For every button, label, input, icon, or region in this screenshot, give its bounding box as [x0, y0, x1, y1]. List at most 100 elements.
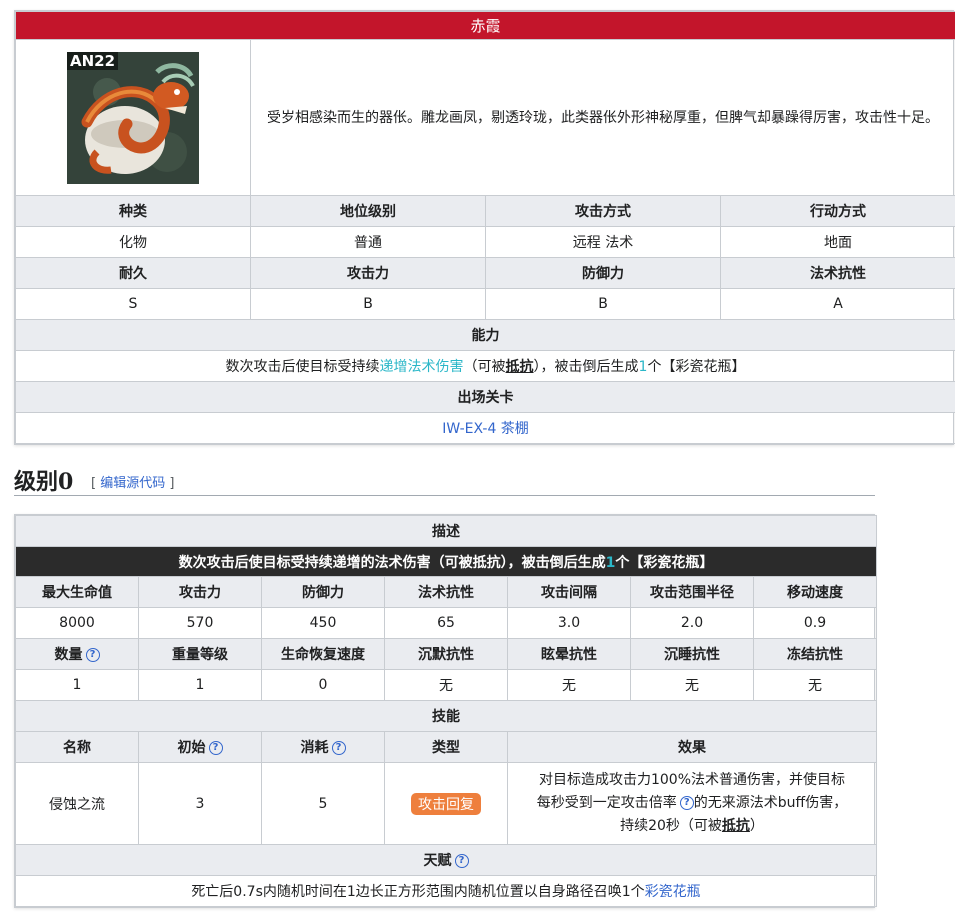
level-desc-tail: 个【彩瓷花瓶】: [615, 554, 714, 571]
stat-header-weight: 重量等级: [138, 638, 262, 670]
talent-link[interactable]: 彩瓷花瓶: [645, 884, 701, 900]
stat-value-freeze: 无: [752, 669, 878, 701]
ability-text: 数次攻击后使目标受持续递增法术伤害（可被抵抗），被击倒后生成1个【彩瓷花瓶】: [14, 350, 955, 382]
stat-value-hp: 8000: [15, 607, 139, 639]
level-title: 级别0: [14, 469, 74, 495]
stage-link[interactable]: IW-EX-4 茶棚: [442, 421, 529, 437]
enemy-portrait: AN22: [67, 51, 199, 184]
enemy-portrait-cell: AN22: [15, 39, 251, 196]
skill-name: 侵蚀之流: [15, 762, 139, 845]
stat-header-def: 防御力: [261, 576, 385, 608]
enemy-name: 赤霞: [14, 11, 955, 40]
stat-header-res: 法术抗性: [384, 576, 508, 608]
ability-post: ），被击倒后生成: [533, 359, 639, 375]
header-attack-mode: 攻击方式: [485, 195, 721, 227]
stat-header-speed: 移动速度: [752, 576, 878, 608]
value-type: 化物: [15, 226, 251, 258]
level-desc-num: 1: [605, 554, 616, 571]
stat-header-silence: 沉默抗性: [384, 638, 508, 670]
value-attack: B: [250, 288, 486, 320]
level-stats-table: 描述 数次攻击后使目标受持续递增的法术伤害（可被抵抗），被击倒后生成1个【彩瓷花…: [14, 514, 878, 908]
help-icon[interactable]: ?: [85, 648, 100, 662]
stat-value-silence: 无: [384, 669, 508, 701]
skill-effect-line2b: 的无来源法术buff伤害，: [693, 795, 848, 811]
header-endurance: 耐久: [15, 257, 251, 289]
level-heading: 级别0 [ 编辑源代码 ]: [14, 460, 875, 496]
enemy-infobox: 赤霞 AN22 受岁相感染而生的器伥。雕龙画凤，剔透玲珑，此类器伥外形神秘厚重，…: [14, 10, 955, 445]
stat-value-count: 1: [15, 669, 139, 701]
stat-header-stun: 眩晕抗性: [507, 638, 631, 670]
header-level: 地位级别: [250, 195, 486, 227]
talent-header-label: 天赋: [423, 853, 452, 869]
stat-header-interval: 攻击间隔: [507, 576, 631, 608]
skill-type-badge: 攻击回复: [411, 792, 481, 815]
value-attack-mode: 远程 法术: [485, 226, 721, 258]
header-type: 种类: [15, 195, 251, 227]
stat-header-sleep: 沉睡抗性: [630, 638, 754, 670]
skill-initial: 3: [138, 762, 262, 845]
stage-cell: IW-EX-4 茶棚: [14, 412, 955, 444]
stat-value-stun: 无: [507, 669, 631, 701]
value-level: 普通: [250, 226, 486, 258]
enemy-code-label: AN22: [67, 51, 119, 70]
talent-pre: 死亡后0.7s内随机时间在1边长正方形范围内随机位置以自身路径召唤1个: [191, 884, 645, 900]
stat-value-res: 65: [384, 607, 508, 639]
stat-header-freeze: 冻结抗性: [752, 638, 878, 670]
value-defense: B: [485, 288, 721, 320]
help-icon[interactable]: ?: [454, 854, 469, 868]
resist-link[interactable]: 抵抗: [722, 818, 750, 834]
header-resistance: 法术抗性: [719, 257, 955, 289]
ability-mid: （可被: [463, 359, 506, 375]
help-icon[interactable]: ?: [679, 796, 694, 810]
stage-header: 出场关卡: [14, 381, 955, 413]
skill-effect: 对目标造成攻击力100%法术普通伤害，并使目标 每秒受到一定攻击倍率? 的无来源法…: [506, 762, 878, 845]
skill-effect-line2a: 每秒受到一定攻击倍率: [536, 795, 677, 811]
help-icon[interactable]: ?: [331, 741, 346, 755]
ability-header: 能力: [14, 319, 955, 351]
stat-header-regen: 生命恢复速度: [261, 638, 385, 670]
ability-pre: 数次攻击后使目标受持续: [225, 359, 380, 375]
stat-value-def: 450: [261, 607, 385, 639]
skill-effect-line1: 对目标造成攻击力100%法术普通伤害，并使目标: [538, 772, 846, 788]
talent-text: 死亡后0.7s内随机时间在1边长正方形范围内随机位置以自身路径召唤1个彩瓷花瓶: [14, 875, 878, 907]
header-attack: 攻击力: [250, 257, 486, 289]
ability-link[interactable]: 递增法术伤害: [380, 359, 464, 375]
level-desc-pre: 数次攻击后使目标受持续递增的法术伤害（可被抵抗），被击倒后生成: [178, 554, 606, 571]
skill-col-name: 名称: [15, 731, 139, 763]
skill-effect-line2: 每秒受到一定攻击倍率? 的无来源法术buff伤害，: [514, 792, 870, 815]
desc-header: 描述: [14, 515, 878, 547]
skill-effect-line3a: 持续20秒（可被: [620, 818, 722, 834]
ability-resist-link[interactable]: 抵抗: [506, 359, 534, 375]
stat-value-sleep: 无: [630, 669, 754, 701]
skill-col-initial: 初始?: [138, 731, 262, 763]
skill-col-type: 类型: [384, 731, 508, 763]
skill-col-cost: 消耗?: [261, 731, 385, 763]
header-defense: 防御力: [485, 257, 721, 289]
skill-header: 技能: [14, 700, 878, 732]
skill-col-cost-label: 消耗: [300, 740, 329, 756]
stat-value-regen: 0: [261, 669, 385, 701]
value-resistance: A: [719, 288, 955, 320]
stat-value-weight: 1: [138, 669, 262, 701]
value-endurance: S: [15, 288, 251, 320]
stat-header-atk: 攻击力: [138, 576, 262, 608]
talent-header: 天赋?: [14, 844, 878, 876]
enemy-description: 受岁相感染而生的器伥。雕龙画凤，剔透玲珑，此类器伥外形神秘厚重，但脾气却暴躁得厉…: [249, 39, 955, 196]
level-description: 数次攻击后使目标受持续递增的法术伤害（可被抵抗），被击倒后生成1个【彩瓷花瓶】: [14, 546, 878, 577]
stat-header-count: 数量?: [15, 638, 139, 670]
stat-value-speed: 0.9: [752, 607, 878, 639]
stat-header-count-label: 数量: [54, 647, 83, 663]
stat-value-interval: 3.0: [507, 607, 631, 639]
edit-bracket-open: [: [91, 476, 97, 491]
help-icon[interactable]: ?: [208, 741, 223, 755]
header-motion: 行动方式: [719, 195, 955, 227]
stat-header-hp: 最大生命值: [15, 576, 139, 608]
edit-source-link[interactable]: 编辑源代码: [100, 476, 165, 491]
skill-effect-line3: 持续20秒（可被抵抗）: [514, 815, 870, 838]
skill-col-initial-label: 初始: [177, 740, 206, 756]
edit-bracket-close: ]: [169, 476, 175, 491]
ability-tail: 个【彩瓷花瓶】: [647, 359, 746, 375]
edit-source-wrapper: [ 编辑源代码 ]: [91, 472, 174, 491]
stat-header-range: 攻击范围半径: [630, 576, 754, 608]
skill-effect-line3c: ）: [749, 818, 764, 834]
